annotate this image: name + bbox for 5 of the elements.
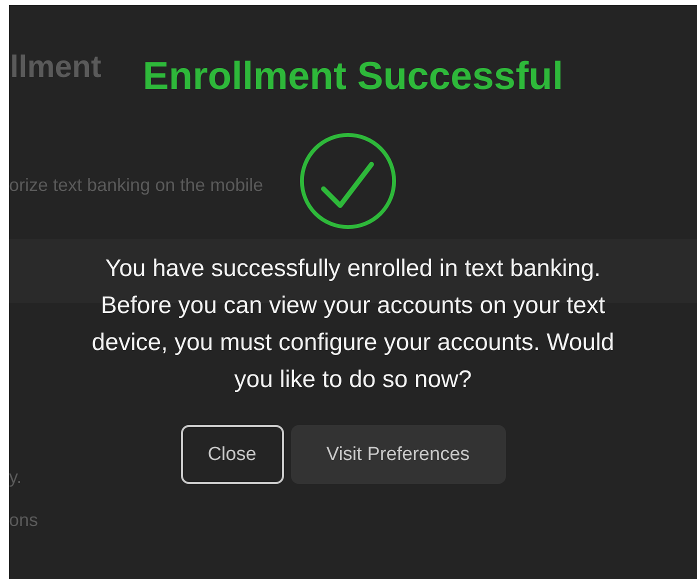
- checkmark-circle-icon: [299, 132, 397, 230]
- dialog-button[interactable]: Visit Preferences: [290, 425, 506, 484]
- dialog-message: You have successfully enrolled in text banking. Before you can view your accounts on your text device, you must configure your accounts. Would you like to do so now?: [90, 254, 616, 395]
- dialog-button[interactable]: Close: [180, 425, 284, 484]
- dialog-title: Enrollment Successful: [142, 54, 564, 100]
